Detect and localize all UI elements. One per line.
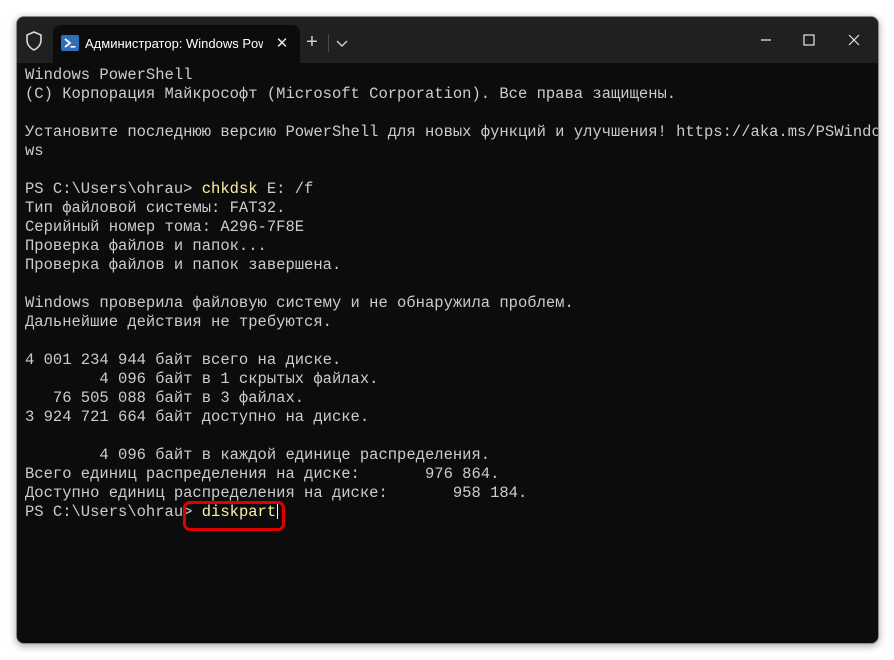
console-line: Доступно единиц распределения на диске: … xyxy=(25,484,528,502)
console-line: Тип файловой системы: FAT32. xyxy=(25,199,286,217)
console-line: Серийный номер тома: A296-7F8E xyxy=(25,218,305,236)
console-line: Установите последнюю версию PowerShell д… xyxy=(25,123,879,141)
close-icon[interactable] xyxy=(840,29,868,51)
maximize-icon[interactable] xyxy=(795,29,823,51)
console-line: 3 924 721 664 байт доступно на диске. xyxy=(25,408,370,426)
diskpart-highlight xyxy=(183,501,285,531)
minimize-icon[interactable] xyxy=(752,29,780,51)
tab-title: Администратор: Windows PowerShell xyxy=(85,36,263,51)
tab-close-icon[interactable]: ✕ xyxy=(274,36,290,52)
prompt: PS C:\Users\ohrau> xyxy=(25,180,202,198)
powershell-icon xyxy=(61,35,79,51)
title-bar[interactable]: Администратор: Windows PowerShell ✕ + xyxy=(17,17,878,63)
command-chkdsk: chkdsk xyxy=(201,180,258,198)
shield-icon xyxy=(26,31,42,51)
console-line: Windows PowerShell xyxy=(25,66,193,84)
console-line: Проверка файлов и папок... xyxy=(25,237,267,255)
console-line: Windows проверила файловую систему и не … xyxy=(25,294,574,312)
console-line: Всего единиц распределения на диске: 976… xyxy=(25,465,500,483)
terminal-output[interactable]: Windows PowerShell (C) Корпорация Майкро… xyxy=(17,63,878,643)
console-line: ws xyxy=(25,142,44,160)
console-line: Проверка файлов и папок завершена. xyxy=(25,256,342,274)
console-line: 4 096 байт в 1 скрытых файлах. xyxy=(25,370,379,388)
console-line: (C) Корпорация Майкрософт (Microsoft Cor… xyxy=(25,85,677,103)
console-line: 4 096 байт в каждой единице распределени… xyxy=(25,446,491,464)
console-line: 76 505 088 байт в 3 файлах. xyxy=(25,389,305,407)
tab-powershell[interactable]: Администратор: Windows PowerShell ✕ xyxy=(53,25,300,63)
new-tab-button[interactable]: + xyxy=(301,32,323,53)
console-line: 4 001 234 944 байт всего на диске. xyxy=(25,351,342,369)
prompt-line-chkdsk: PS C:\Users\ohrau> chkdsk E: /f xyxy=(25,180,870,199)
chevron-down-icon[interactable] xyxy=(333,33,351,53)
command-args: E: /f xyxy=(257,180,314,198)
console-lines: Windows PowerShell (C) Корпорация Майкро… xyxy=(25,66,879,522)
console-line: Дальнейшие действия не требуются. xyxy=(25,313,332,331)
tab-divider xyxy=(328,34,329,52)
prompt: PS C:\Users\ohrau> xyxy=(25,503,202,521)
terminal-window: Администратор: Windows PowerShell ✕ + Wi… xyxy=(16,16,879,644)
prompt-line-diskpart[interactable]: PS C:\Users\ohrau> diskpart xyxy=(25,503,870,522)
